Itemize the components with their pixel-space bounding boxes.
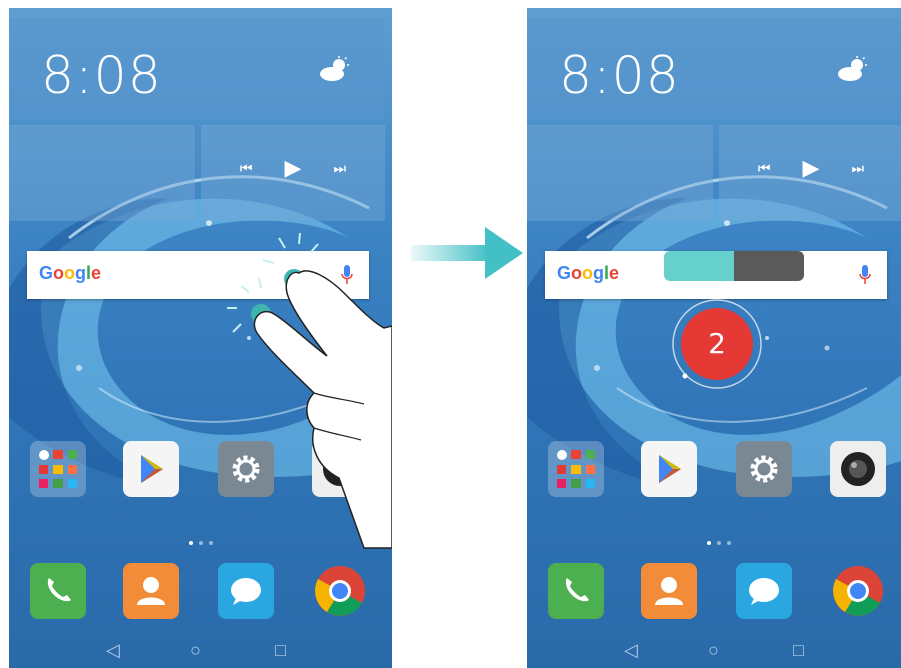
hand-illustration: [253, 270, 392, 549]
tab-right[interactable]: [734, 251, 804, 281]
phone-icon[interactable]: [548, 563, 604, 619]
countdown-counter: 2: [681, 308, 753, 380]
google-logo: Google: [557, 263, 620, 283]
two-finger-tap-gesture: [227, 232, 392, 549]
phone-screen-after: 8:08 ⏮ ▶ ⏭ Google 2 ◁ ○ □: [527, 8, 901, 668]
settings-gear-icon: [736, 441, 792, 497]
page-indicator: [527, 532, 901, 550]
microphone-icon[interactable]: [859, 263, 871, 287]
clock-time: 8:08: [559, 46, 680, 106]
recents-button[interactable]: □: [793, 640, 804, 661]
app-folder-google[interactable]: [548, 441, 604, 513]
partly-cloudy-icon: [838, 56, 867, 81]
messages-icon[interactable]: [736, 563, 792, 619]
folder-icon: [548, 441, 604, 497]
clock-weather-widget[interactable]: 8:08: [527, 18, 901, 120]
back-button[interactable]: ◁: [624, 640, 638, 661]
next-track-icon[interactable]: ⏭: [851, 161, 864, 175]
app-settings[interactable]: [736, 441, 792, 513]
phone-screen-before: 8:08 ⏮ ▶ ⏭ Google ◁ ○ □: [9, 8, 392, 668]
screen-record-toggle: [664, 251, 804, 281]
widget-panel-left[interactable]: [527, 125, 713, 221]
contacts-icon[interactable]: [641, 563, 697, 619]
tab-left[interactable]: [664, 251, 734, 281]
play-icon[interactable]: ▶: [803, 157, 820, 179]
navigation-bar: ◁ ○ □: [527, 636, 901, 668]
previous-track-icon[interactable]: ⏮: [758, 161, 771, 175]
app-play-store[interactable]: [641, 441, 697, 513]
app-camera[interactable]: [830, 441, 886, 513]
home-button[interactable]: ○: [708, 640, 719, 661]
chrome-icon[interactable]: [830, 563, 886, 619]
camera-icon: [830, 441, 886, 497]
music-widget[interactable]: ⏮ ▶ ⏭: [719, 125, 901, 221]
transition-arrow-icon: [411, 227, 523, 279]
play-store-icon: [641, 441, 697, 497]
